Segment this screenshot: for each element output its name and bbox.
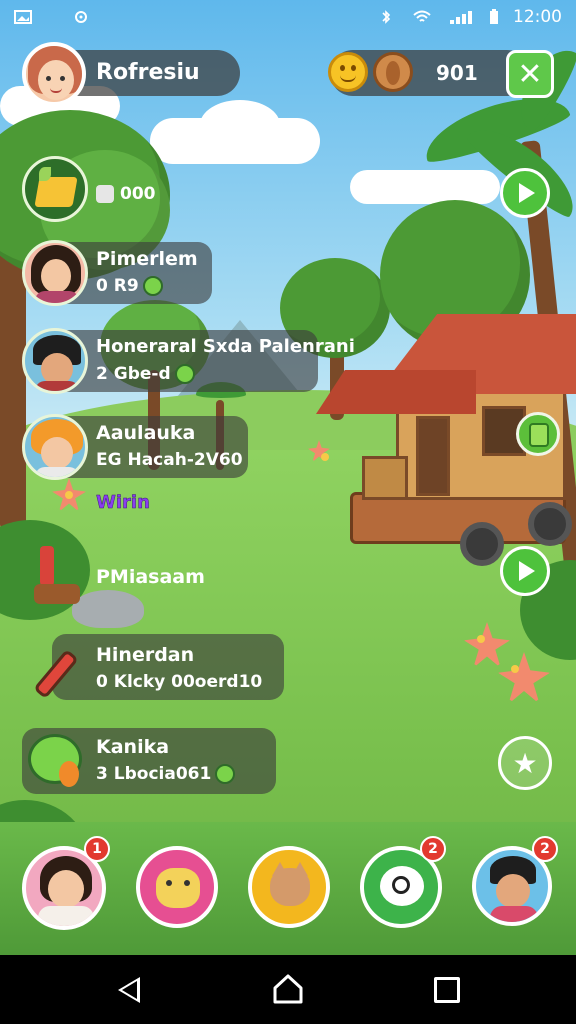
man-avatar-icon [22, 328, 88, 394]
item-subtitle: 0 R9 [96, 276, 163, 296]
clock: 12:00 [513, 7, 562, 27]
gem-icon [529, 423, 549, 447]
flower [498, 652, 550, 704]
item-count: 2 [96, 364, 108, 384]
porch-roof [316, 370, 476, 414]
potion-icon [34, 546, 80, 606]
flower [52, 478, 86, 512]
item-title: PMiasaam [96, 566, 205, 588]
back-icon[interactable] [118, 977, 140, 1003]
close-icon: ✕ [517, 56, 543, 92]
item-count: 0 [96, 276, 108, 296]
cat-icon[interactable] [248, 846, 330, 928]
favorite-button[interactable]: ★ [498, 736, 552, 790]
sync-icon [75, 11, 87, 23]
home-icon[interactable] [272, 974, 304, 1004]
recent-apps-icon[interactable] [434, 977, 460, 1003]
item-subtitle: 0 Klcky 00oerd10 [96, 672, 263, 692]
item-subtitle: 3 Lbocia061 [96, 764, 236, 784]
item-title: Aaulauka [96, 422, 196, 444]
cloud [350, 170, 500, 204]
flower [308, 440, 330, 462]
woman-avatar-icon [22, 240, 88, 306]
list-item[interactable]: Pimerlem 0 R9 [22, 240, 212, 306]
porch-rail [362, 456, 408, 500]
list-item[interactable]: 000 [22, 156, 222, 228]
player-avatar-icon[interactable] [22, 42, 86, 106]
green-blob-icon [28, 734, 82, 787]
list-item[interactable]: Kanika 3 Lbocia061 [22, 728, 276, 794]
list-item[interactable]: Hinerdan 0 Klcky 00oerd10 [22, 634, 284, 700]
notification-badge: 2 [420, 836, 446, 862]
wifi-icon [413, 10, 431, 22]
notification-badge: 1 [84, 836, 110, 862]
gem-button[interactable] [516, 412, 560, 456]
seed-coin-icon [373, 52, 413, 92]
bluetooth-icon [382, 10, 391, 24]
cloud [200, 100, 280, 150]
boy-avatar-icon [22, 414, 88, 480]
player-name: Rofresiu [96, 60, 200, 85]
cart-wheel [528, 502, 572, 546]
battery-icon [490, 9, 498, 24]
smiley-icon [174, 364, 195, 384]
status-bar: 12:00 [0, 0, 576, 34]
cart-wheel [460, 522, 504, 566]
item-subtitle: 2 Gbe-d [96, 364, 195, 384]
item-title: Kanika [96, 736, 170, 758]
pink-creature-icon[interactable] [136, 846, 218, 928]
cheese-icon [22, 156, 88, 222]
gallery-icon [14, 10, 32, 24]
play-button[interactable] [500, 168, 550, 218]
smiley-icon [142, 276, 163, 296]
list-item[interactable]: Honeraral Sxda Palenrani 2 Gbe-d [22, 328, 355, 394]
item-title: Honeraral Sxda Palenrani [96, 336, 355, 357]
item-count: 0 [96, 672, 108, 692]
list-item[interactable]: Aaulauka EG Hacah-2V60 [22, 414, 248, 480]
play-button[interactable] [500, 546, 550, 596]
item-subtitle: EG Hacah-2V60 [96, 450, 243, 470]
item-title: Hinerdan [96, 644, 195, 666]
cabin-door [416, 416, 450, 496]
brush-icon [26, 642, 86, 702]
notification-badge: 2 [532, 836, 558, 862]
item-subtitle: 000 [96, 184, 156, 204]
win-label: Wirin [96, 492, 150, 514]
close-button[interactable]: ✕ [506, 50, 554, 98]
list-item[interactable]: PMiasaam [22, 540, 222, 606]
star-icon: ★ [512, 746, 538, 780]
item-title: Pimerlem [96, 248, 198, 270]
chat-icon [380, 866, 424, 906]
currency-value: 901 [436, 61, 478, 85]
item-count: 3 [96, 764, 108, 784]
tool-icon [96, 185, 114, 203]
smiley-icon [215, 764, 236, 784]
smiley-coin-icon [328, 52, 368, 92]
signal-icon [450, 11, 472, 24]
